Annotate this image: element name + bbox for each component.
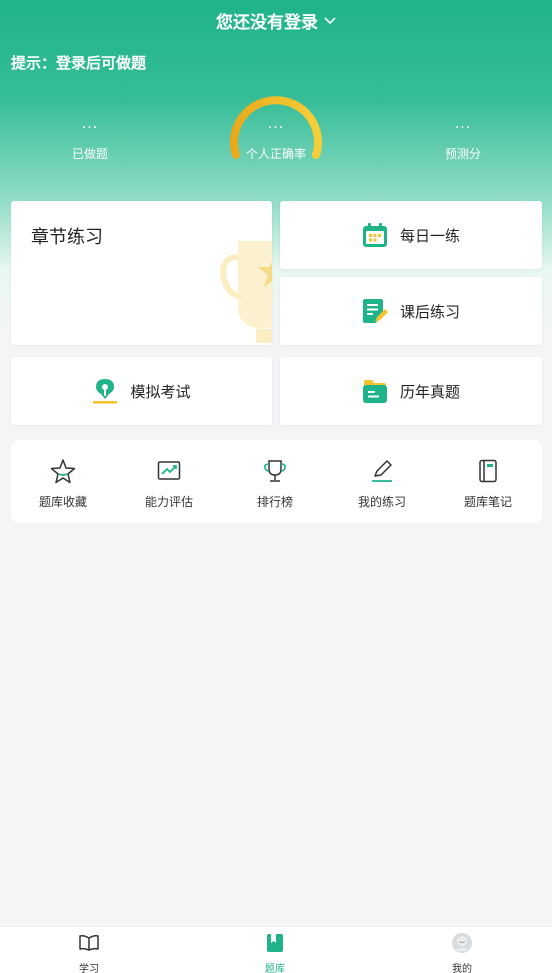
trend-chart-icon bbox=[157, 461, 181, 480]
tool-my-practice[interactable]: 我的练习 bbox=[332, 458, 432, 510]
tab-question-bank[interactable]: 题库 bbox=[235, 932, 315, 973]
bookmark-book-icon bbox=[267, 934, 283, 952]
tools-panel: 题库收藏 能力评估 排行榜 我的练习 题库笔记 bbox=[11, 440, 542, 523]
stat-done-value: ··· bbox=[81, 120, 99, 136]
accuracy-gauge bbox=[230, 96, 322, 159]
tab-study[interactable]: 学习 bbox=[49, 932, 129, 973]
after-class-practice-label: 课后练习 bbox=[399, 302, 460, 321]
mock-exam-card[interactable]: 模拟考试 bbox=[11, 357, 272, 425]
mock-exam-label: 模拟考试 bbox=[130, 382, 191, 401]
login-status-text: 您还没有登录 bbox=[216, 12, 318, 33]
daily-practice-label: 每日一练 bbox=[399, 226, 460, 245]
tool-assessment[interactable]: 能力评估 bbox=[119, 458, 219, 510]
chapter-practice-label: 章节练习 bbox=[31, 227, 103, 248]
past-exams-card[interactable]: 历年真题 bbox=[280, 357, 542, 425]
edit-pen-icon bbox=[372, 460, 392, 482]
tool-favorites[interactable]: 题库收藏 bbox=[13, 458, 113, 510]
book-open-icon bbox=[79, 935, 99, 951]
after-class-practice-card[interactable]: 课后练习 bbox=[280, 277, 542, 345]
login-status-button[interactable]: 您还没有登录 bbox=[0, 0, 552, 40]
login-hint: 提示：登录后可做题 bbox=[11, 54, 147, 72]
trophy-icon bbox=[264, 460, 286, 482]
tool-assessment-label: 能力评估 bbox=[144, 495, 193, 509]
avatar-icon bbox=[452, 933, 472, 953]
star-icon bbox=[50, 459, 76, 484]
tool-favorites-label: 题库收藏 bbox=[38, 495, 87, 509]
tab-mine-label: 我的 bbox=[452, 964, 472, 973]
bottom-tab-bar: 学习 题库 我的 bbox=[0, 926, 552, 973]
tool-leaderboard-label: 排行榜 bbox=[256, 495, 293, 509]
stat-done: ··· 已做题 bbox=[10, 95, 170, 162]
stat-done-label: 已做题 bbox=[71, 147, 108, 161]
calendar-icon bbox=[362, 222, 388, 248]
notebook-icon bbox=[479, 459, 497, 483]
tab-study-label: 学习 bbox=[79, 964, 99, 973]
notepad-pencil-icon bbox=[362, 298, 388, 324]
past-exams-label: 历年真题 bbox=[399, 382, 460, 401]
tool-my-practice-label: 我的练习 bbox=[357, 495, 406, 509]
daily-practice-card[interactable]: 每日一练 bbox=[280, 201, 542, 269]
tool-notes[interactable]: 题库笔记 bbox=[438, 458, 538, 510]
trophy-watermark-icon bbox=[220, 241, 272, 343]
chevron-down-icon bbox=[324, 15, 336, 25]
stat-predict-value: ··· bbox=[454, 120, 472, 136]
tab-question-bank-label: 题库 bbox=[265, 964, 285, 973]
tool-notes-label: 题库笔记 bbox=[463, 495, 512, 509]
stat-predict-label: 预测分 bbox=[444, 147, 481, 161]
chapter-practice-card[interactable]: 章节练习 bbox=[11, 201, 272, 345]
tool-leaderboard[interactable]: 排行榜 bbox=[225, 458, 325, 510]
stat-predict: ··· 预测分 bbox=[383, 95, 543, 162]
tab-mine[interactable]: 我的 bbox=[422, 932, 502, 973]
folder-icon bbox=[362, 378, 388, 404]
pen-nib-icon bbox=[92, 378, 118, 404]
